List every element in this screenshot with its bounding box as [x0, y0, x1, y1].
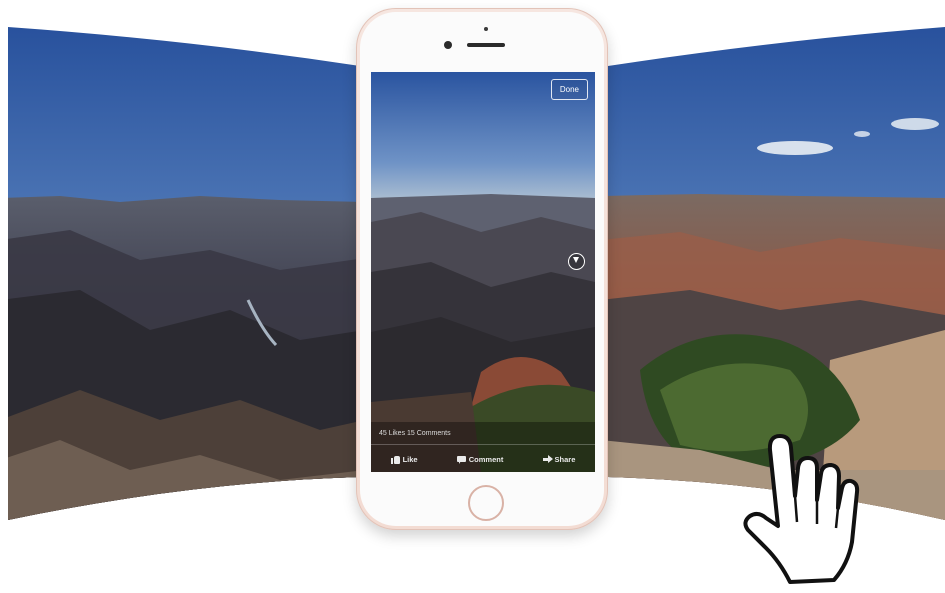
panorama-left-panel	[8, 27, 360, 520]
like-icon	[390, 455, 400, 464]
reaction-counts[interactable]: 45 Likes 15 Comments	[379, 430, 451, 437]
screen-panorama-image[interactable]	[371, 72, 595, 472]
comment-icon	[456, 455, 466, 464]
comment-button[interactable]: Comment	[456, 454, 504, 464]
share-icon	[542, 454, 553, 464]
proximity-sensor	[484, 27, 488, 31]
like-button[interactable]: Like	[390, 454, 418, 464]
panorama-stage: Done 45 Likes 15 Comments Like Comment S…	[0, 0, 945, 593]
post-action-bar: Like Comment Share	[371, 444, 595, 472]
done-button[interactable]: Done	[550, 79, 588, 100]
hand-pointer-icon	[743, 434, 860, 584]
share-button[interactable]: Share	[542, 454, 576, 464]
phone-screen[interactable]: Done 45 Likes 15 Comments Like Comment S…	[371, 72, 595, 472]
comment-label: Comment	[468, 454, 504, 464]
like-label: Like	[402, 454, 418, 464]
compass-icon[interactable]	[568, 253, 585, 270]
share-label: Share	[554, 454, 576, 464]
home-button[interactable]	[468, 485, 504, 521]
earpiece-speaker	[467, 43, 505, 47]
front-camera	[444, 41, 452, 49]
